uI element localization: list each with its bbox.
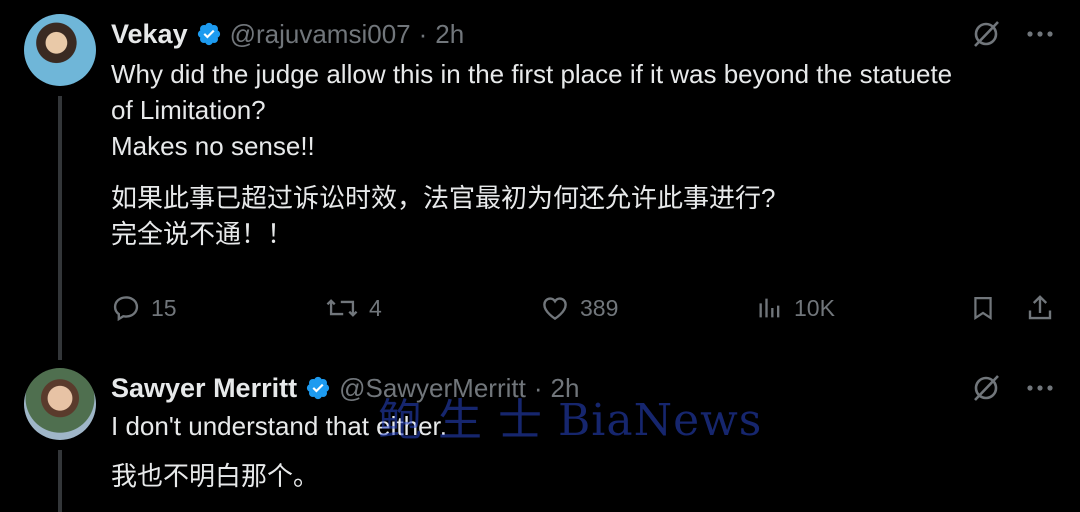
like-icon (540, 293, 570, 323)
tweet-text-line: Makes no sense!! (111, 131, 315, 161)
separator: · (418, 18, 428, 49)
verified-badge-icon (305, 375, 331, 401)
tweet-text-line: of Limitation? (111, 95, 266, 125)
tweet-vekay[interactable]: Vekay @rajuvamsi007 · 2h Why did the jud… (0, 0, 1080, 360)
like-count: 389 (580, 294, 619, 321)
separator: · (533, 372, 543, 403)
reply-count: 15 (151, 294, 177, 321)
views-button[interactable]: 10K (756, 294, 835, 322)
views-icon (756, 294, 784, 322)
timestamp[interactable]: 2h (435, 19, 464, 50)
handle[interactable]: @SawyerMerritt (339, 373, 526, 404)
tweet-text-line: 完全说不通！！ (111, 219, 294, 249)
retweet-icon (325, 293, 359, 323)
tweet-text-en: Why did the judge allow this in the firs… (111, 56, 1051, 164)
handle[interactable]: @rajuvamsi007 (230, 19, 411, 50)
tweet-header: Vekay @rajuvamsi007 · 2h (111, 14, 464, 54)
tweet-text-line: Why did the judge allow this in the firs… (111, 59, 953, 89)
tweet-header: Sawyer Merritt @SawyerMerritt · 2h (111, 368, 579, 408)
more-icon[interactable] (1024, 372, 1056, 404)
tweet-top-actions (970, 14, 1056, 54)
tweet-top-actions (970, 368, 1056, 408)
bookmark-button[interactable] (969, 293, 997, 323)
tweet-text-zh: 如果此事已超过诉讼时效，法官最初为何还允许此事进行? 完全说不通！！ (111, 180, 1051, 252)
tweet-sawyer[interactable]: Sawyer Merritt @SawyerMerritt · 2h I don… (0, 360, 1080, 512)
reply-button[interactable]: 15 (111, 293, 177, 323)
tweet-text-zh: 我也不明白那个。 (111, 461, 320, 491)
tweet-text-en: I don't understand that either. (111, 411, 447, 441)
timestamp[interactable]: 2h (551, 373, 580, 404)
verified-badge-icon (196, 21, 222, 47)
reply-icon (111, 293, 141, 323)
share-button[interactable] (1025, 293, 1055, 323)
share-icon (1025, 293, 1055, 323)
avatar[interactable] (24, 14, 96, 86)
display-name[interactable]: Vekay (111, 19, 188, 50)
thread-line (58, 96, 62, 360)
avatar[interactable] (24, 368, 96, 440)
tweet-actions: 15 4 389 10K (111, 288, 1056, 328)
bookmark-icon (969, 293, 997, 323)
display-name[interactable]: Sawyer Merritt (111, 373, 297, 404)
grok-icon[interactable] (970, 372, 1002, 404)
retweet-button[interactable]: 4 (325, 293, 382, 323)
like-button[interactable]: 389 (540, 293, 618, 323)
grok-icon[interactable] (970, 18, 1002, 50)
retweet-count: 4 (369, 294, 382, 321)
views-count: 10K (794, 294, 835, 321)
tweet-text-line: 如果此事已超过诉讼时效，法官最初为何还允许此事进行? (111, 183, 776, 213)
more-icon[interactable] (1024, 18, 1056, 50)
thread-line (58, 450, 62, 512)
